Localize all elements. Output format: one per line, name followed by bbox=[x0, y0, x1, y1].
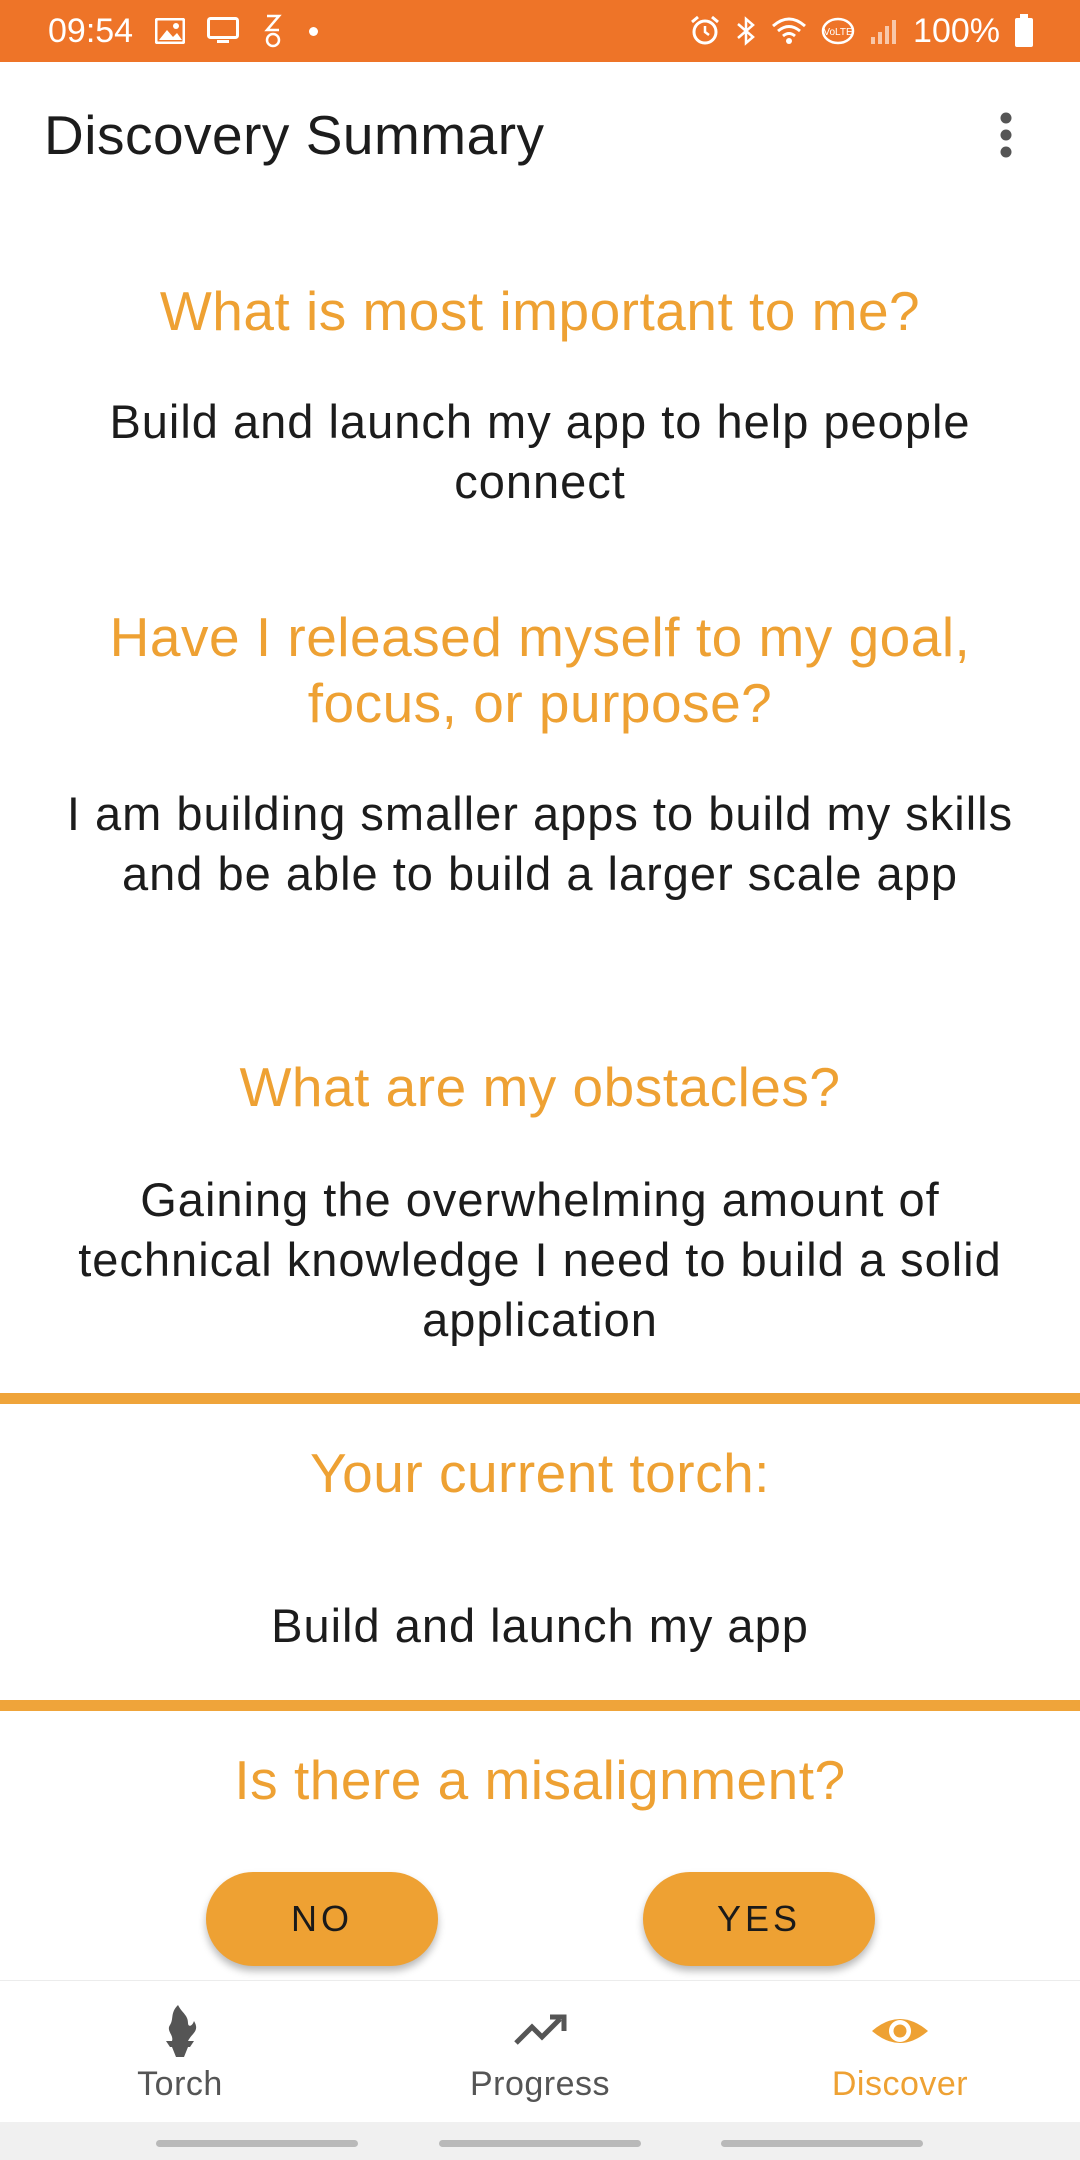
answer-obstacles: Gaining the overwhelming amount of techn… bbox=[78, 1173, 1002, 1346]
alarm-icon bbox=[689, 15, 721, 47]
status-bar: 09:54 VoLTE 100% bbox=[0, 0, 1080, 62]
gesture-navigation-bar bbox=[0, 2122, 1080, 2160]
misalignment-question: Is there a misalignment? bbox=[234, 1749, 846, 1811]
svg-text:VoLTE: VoLTE bbox=[823, 27, 853, 38]
notification-dot-icon bbox=[309, 26, 319, 36]
torch-icon bbox=[166, 2005, 197, 2057]
answer-most-important: Build and launch my app to help people c… bbox=[109, 395, 971, 508]
sleep-mode-icon bbox=[261, 14, 283, 48]
image-icon bbox=[155, 18, 186, 44]
nav-item-progress[interactable]: Progress bbox=[360, 1981, 720, 2123]
question-most-important: What is most important to me? bbox=[159, 280, 921, 342]
gesture-handle-back[interactable] bbox=[721, 2140, 923, 2147]
battery-percent: 100% bbox=[913, 11, 1000, 50]
section-divider bbox=[0, 1393, 1080, 1404]
question-obstacles: What are my obstacles? bbox=[239, 1056, 841, 1118]
answer-released: I am building smaller apps to build my s… bbox=[66, 787, 1014, 900]
nav-item-discover[interactable]: Discover bbox=[720, 1981, 1080, 2123]
trending-up-icon bbox=[514, 2014, 567, 2045]
signal-icon bbox=[869, 17, 899, 45]
gesture-handle-home[interactable] bbox=[439, 2140, 641, 2147]
cast-screen-icon bbox=[207, 17, 240, 45]
nav-label-torch: Torch bbox=[137, 2065, 223, 2103]
more-vert-icon bbox=[1000, 112, 1012, 158]
bluetooth-icon bbox=[735, 15, 757, 47]
nav-label-discover: Discover bbox=[831, 2065, 969, 2103]
eye-icon bbox=[872, 2019, 928, 2043]
nav-label-progress: Progress bbox=[469, 2065, 611, 2103]
question-released: Have I released myself to my goal, focus… bbox=[109, 606, 971, 734]
app-bar: Discovery Summary bbox=[0, 62, 1080, 208]
battery-icon bbox=[1014, 14, 1034, 48]
torch-heading: Your current torch: bbox=[310, 1442, 770, 1504]
volte-icon: VoLTE bbox=[821, 16, 855, 46]
no-button[interactable]: NO bbox=[206, 1872, 438, 1966]
section-divider bbox=[0, 1700, 1080, 1711]
bottom-navigation: Torch Progress Discover bbox=[0, 1980, 1080, 2123]
torch-value: Build and launch my app bbox=[271, 1599, 809, 1652]
status-time: 09:54 bbox=[48, 11, 134, 50]
page-title: Discovery Summary bbox=[44, 104, 545, 166]
nav-item-torch[interactable]: Torch bbox=[0, 1981, 360, 2123]
gesture-handle-recent[interactable] bbox=[156, 2140, 358, 2147]
more-options-button[interactable] bbox=[976, 90, 1036, 180]
yes-button[interactable]: YES bbox=[643, 1872, 875, 1966]
wifi-icon bbox=[771, 16, 807, 46]
